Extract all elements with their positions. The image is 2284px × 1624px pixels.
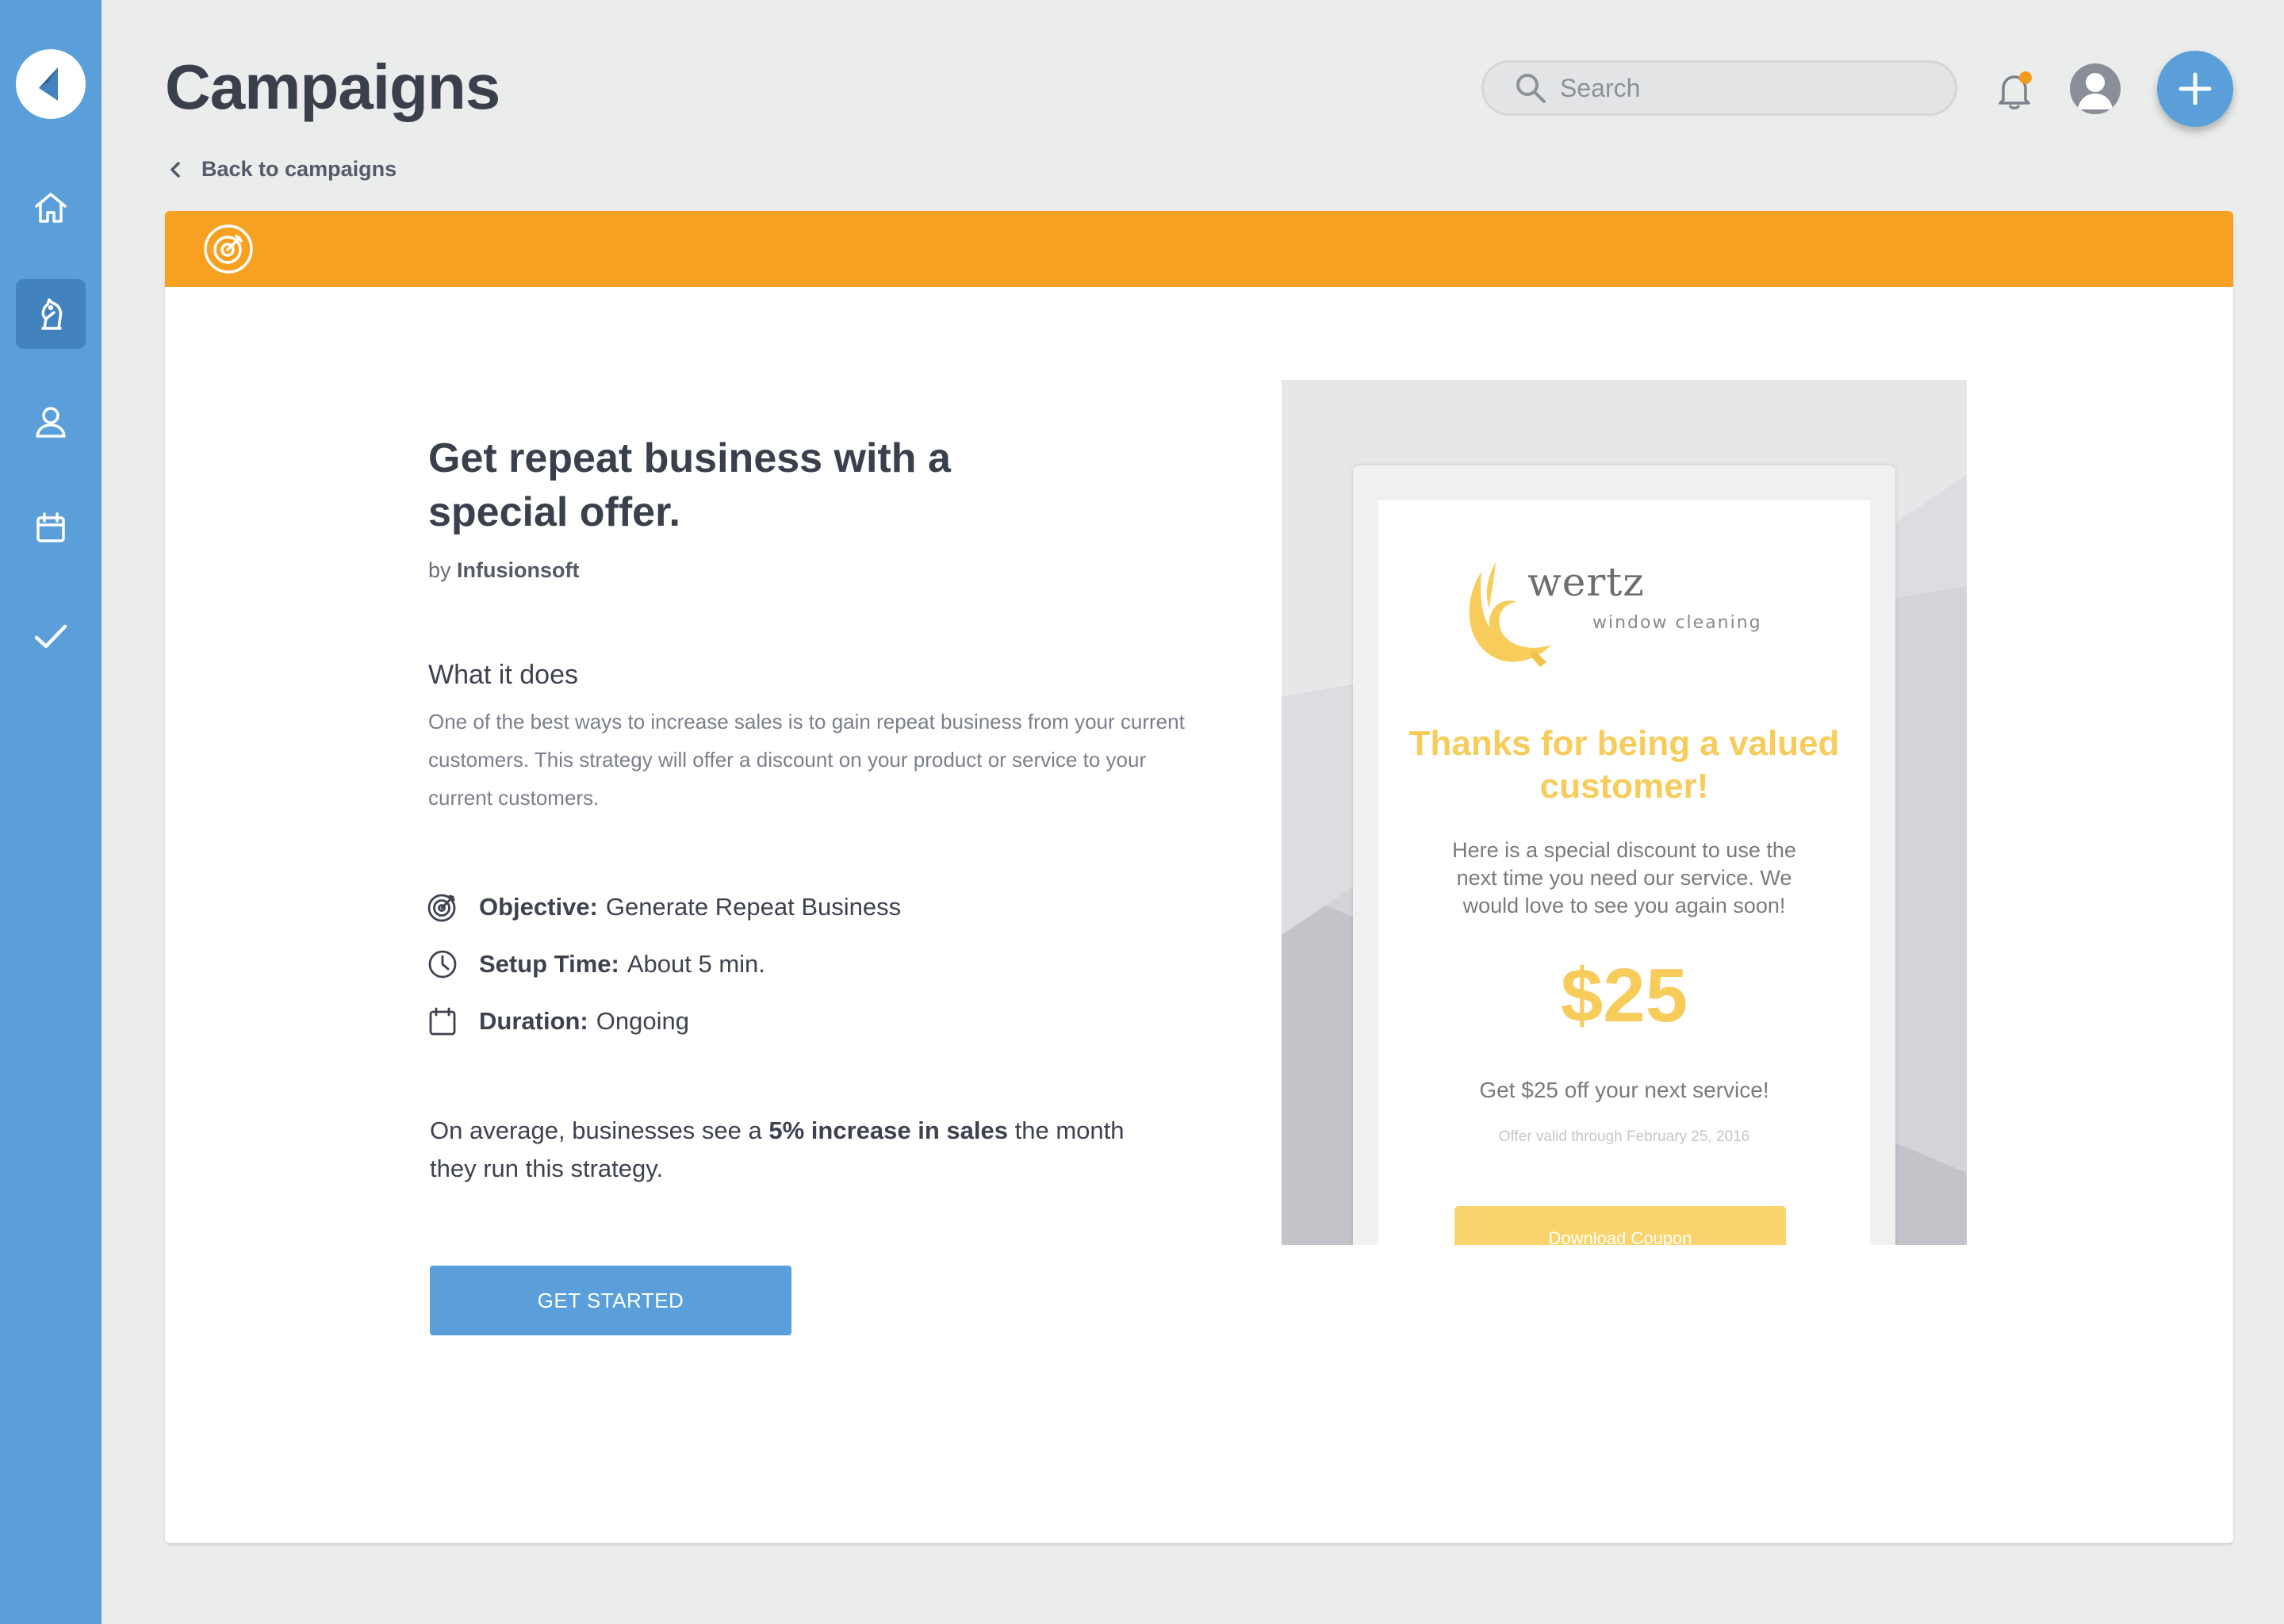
sidebar-item-campaigns[interactable] bbox=[16, 279, 86, 349]
get-started-button[interactable]: GET STARTED bbox=[430, 1266, 791, 1335]
setup-time-row: Setup Time: About 5 min. bbox=[427, 948, 765, 980]
avg-text-start: On average, businesses see a bbox=[430, 1116, 762, 1144]
offer-validity: Offer valid through February 25, 2016 bbox=[1498, 1128, 1750, 1145]
notification-badge bbox=[2019, 71, 2032, 84]
back-link-label: Back to campaigns bbox=[201, 157, 397, 181]
sidebar-item-contacts[interactable] bbox=[16, 387, 86, 457]
thanks-heading: Thanks for being a valued customer! bbox=[1408, 724, 1840, 806]
checkmark-icon bbox=[34, 624, 67, 649]
plus-icon bbox=[2179, 72, 2212, 105]
add-button[interactable] bbox=[2157, 51, 2233, 127]
target-icon bbox=[204, 224, 253, 274]
what-it-does-heading: What it does bbox=[428, 660, 578, 690]
setup-time-value: About 5 min. bbox=[627, 950, 765, 978]
brand-name: wertz bbox=[1527, 559, 1645, 605]
chevron-left-icon bbox=[171, 161, 180, 178]
email-body: wertz window cleaning Thanks for being a… bbox=[1378, 500, 1870, 1245]
target-icon bbox=[427, 894, 456, 922]
wertz-logo: wertz window cleaning bbox=[1466, 556, 1783, 675]
sidebar-item-home[interactable] bbox=[16, 173, 86, 243]
app-logo[interactable] bbox=[16, 49, 86, 119]
user-icon bbox=[2078, 73, 2113, 109]
calendar-icon bbox=[36, 512, 65, 542]
objective-value: Generate Repeat Business bbox=[605, 893, 902, 921]
campaign-headline: Get repeat business with a special offer… bbox=[428, 435, 951, 535]
download-coupon-button: Download Coupon bbox=[1454, 1206, 1786, 1245]
contact-icon bbox=[36, 407, 66, 438]
offer-description: Here is a special discount to use the ne… bbox=[1452, 838, 1796, 917]
logo-icon bbox=[39, 67, 58, 101]
duration-value: Ongoing bbox=[596, 1007, 689, 1035]
search-icon bbox=[1514, 71, 1547, 105]
sidebar-item-tasks[interactable] bbox=[16, 601, 86, 671]
campaign-description: One of the best ways to increase sales i… bbox=[428, 710, 1185, 810]
sidebar bbox=[0, 0, 102, 1624]
duration-label: Duration: bbox=[479, 1007, 588, 1035]
back-to-campaigns-link[interactable]: Back to campaigns bbox=[165, 157, 397, 182]
sidebar-item-calendar[interactable] bbox=[16, 493, 86, 563]
average-results-text: On average, businesses see a 5% increase… bbox=[430, 1112, 1144, 1188]
objective-row: Objective: Generate Repeat Business bbox=[427, 891, 901, 923]
campaign-card: Get repeat business with a special offer… bbox=[165, 211, 2233, 1543]
setup-time-label: Setup Time: bbox=[479, 950, 619, 978]
home-icon bbox=[35, 193, 67, 223]
search-input[interactable] bbox=[1558, 72, 1926, 104]
page-title: Campaigns bbox=[165, 52, 500, 122]
user-avatar[interactable] bbox=[2070, 63, 2121, 114]
duration-row: Duration: Ongoing bbox=[427, 1005, 689, 1037]
search-bar[interactable] bbox=[1481, 60, 1957, 116]
notifications-button[interactable] bbox=[1991, 67, 2038, 114]
byline-prefix: by bbox=[428, 558, 451, 582]
campaign-byline: by Infusionsoft bbox=[428, 558, 580, 583]
objective-label: Objective: bbox=[479, 893, 598, 921]
avg-highlight: 5% increase in sales bbox=[768, 1116, 1008, 1144]
discount-summary: Get $25 off your next service! bbox=[1479, 1078, 1769, 1102]
email-preview: wertz window cleaning Thanks for being a… bbox=[1282, 380, 1967, 1245]
chess-knight-icon bbox=[41, 298, 63, 330]
brand-tagline: window cleaning bbox=[1592, 613, 1762, 633]
discount-amount: $25 bbox=[1560, 953, 1688, 1038]
campaign-header-band bbox=[165, 211, 2233, 287]
campaign-author: Infusionsoft bbox=[457, 558, 580, 582]
calendar-icon bbox=[429, 1007, 456, 1036]
clock-icon bbox=[428, 950, 457, 979]
phone-mockup: wertz window cleaning Thanks for being a… bbox=[1353, 465, 1895, 1245]
